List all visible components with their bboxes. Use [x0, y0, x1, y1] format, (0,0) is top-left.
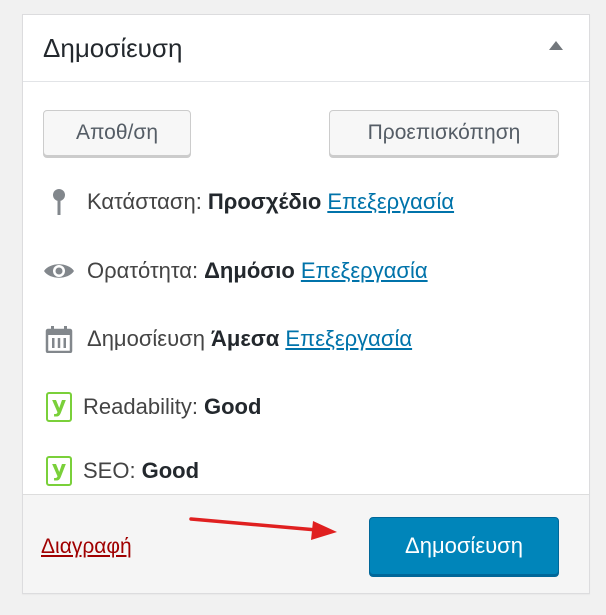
status-value: Προσχέδιο	[207, 189, 322, 214]
status-label: Κατάσταση:	[87, 189, 202, 214]
calendar-icon	[43, 323, 75, 355]
seo-value: Good	[141, 458, 200, 483]
triangle-up-icon[interactable]	[549, 41, 563, 50]
readability-label: Readability:	[83, 394, 198, 419]
seo-label: SEO:	[83, 458, 136, 483]
panel-footer: Διαγραφή Δημοσίευση	[23, 494, 589, 593]
eye-icon	[43, 255, 75, 287]
schedule-row: Δημοσίευση Άμεσα Επεξεργασία	[43, 319, 412, 359]
visibility-label: Ορατότητα:	[87, 258, 199, 283]
schedule-edit-link[interactable]: Επεξεργασία	[285, 326, 412, 352]
yoast-readability-icon: y	[43, 391, 75, 423]
panel-title: Δημοσίευση	[43, 33, 183, 63]
schedule-value: Άμεσα	[210, 326, 280, 351]
seo-row: y SEO: Good	[43, 451, 199, 491]
publish-panel: Δημοσίευση Αποθ/ση Προεπισκόπηση Κατάστα…	[22, 14, 590, 594]
readability-row: y Readability: Good	[43, 387, 261, 427]
yoast-seo-icon: y	[43, 455, 75, 487]
visibility-value: Δημόσιο	[204, 258, 295, 283]
readability-value: Good	[203, 394, 262, 419]
visibility-row: Ορατότητα: Δημόσιο Επεξεργασία	[43, 251, 428, 291]
preview-button[interactable]: Προεπισκόπηση	[329, 110, 559, 156]
panel-header: Δημοσίευση	[23, 15, 589, 82]
pin-icon	[43, 186, 75, 218]
delete-link[interactable]: Διαγραφή	[41, 535, 132, 559]
publish-button[interactable]: Δημοσίευση	[369, 517, 559, 575]
status-edit-link[interactable]: Επεξεργασία	[327, 189, 454, 215]
annotation-arrow-icon	[189, 517, 337, 540]
status-row: Κατάσταση: Προσχέδιο Επεξεργασία	[43, 182, 454, 222]
schedule-label: Δημοσίευση	[87, 326, 205, 351]
save-draft-button[interactable]: Αποθ/ση	[43, 110, 191, 156]
visibility-edit-link[interactable]: Επεξεργασία	[301, 258, 428, 284]
